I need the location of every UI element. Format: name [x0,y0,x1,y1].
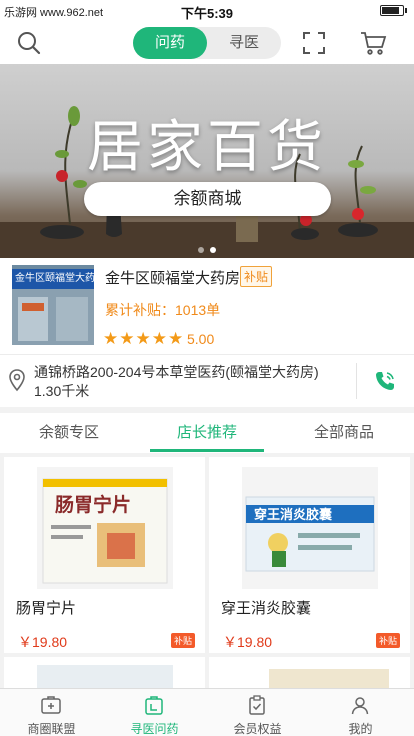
tabbar-item-profile[interactable]: 我的 [309,689,412,736]
carousel-dot [198,247,204,253]
category-tabs: 余额专区 店长推荐 全部商品 [0,407,414,453]
product-name: 穿王消炎胶囊 [221,600,312,617]
divider [356,363,357,399]
battery-icon [380,5,407,16]
subsidy-badge: 补贴 [240,266,273,287]
status-bar: 乐游网 www.962.net 下午5:39 [0,0,414,22]
distance-text: 1.30千米 [34,383,90,399]
product-image: 肠胃宁片 [37,467,173,589]
search-icon[interactable] [14,28,44,58]
store-sign-text: 金牛区颐福堂大药 [12,269,94,289]
product-image: 穿王消炎胶囊 [242,467,378,589]
tabbar-label: 我的 [348,722,373,736]
location-pin-icon [9,369,25,392]
tab-balance-zone[interactable]: 余额专区 [39,421,99,442]
product-image [269,669,389,688]
box-label: 肠胃宁片 [55,493,131,516]
rating-stars: ★★★★★ [103,329,185,348]
store-card[interactable]: 金牛区颐福堂大药 金牛区颐福堂大药房 补贴 累计补贴：1013单 ★★★★★ 5… [0,258,414,354]
segment-control: 问药 寻医 [133,27,281,59]
carousel-dot-active [210,247,216,253]
product-price: ￥19.80 [223,634,273,650]
user-icon [351,697,369,715]
tab-ask-medicine[interactable]: 问药 [133,27,207,59]
tabbar-label: 寻医问药 [130,722,179,736]
store-name: 金牛区颐福堂大药房 [105,270,241,287]
product-card[interactable]: 肠胃宁片 肠胃宁片 ￥19.80 补贴 [4,457,205,653]
tab-manager-picks[interactable]: 店长推荐 [177,421,237,442]
product-price: ￥19.80 [18,634,68,650]
clipboard-check-icon [249,695,265,715]
rating-value: 5.00 [187,331,215,347]
tab-all-products[interactable]: 全部商品 [314,421,374,442]
subsidy-badge: 补贴 [375,633,400,648]
product-card[interactable] [209,657,410,688]
top-nav: 问药 寻医 [0,22,414,64]
status-time: 下午5:39 [180,6,234,21]
tab-indicator [150,449,264,452]
banner-title: 居家百货 [87,115,327,180]
tab-find-doctor[interactable]: 寻医 [207,27,281,59]
tabbar-label: 商圈联盟 [27,722,76,736]
tabbar-item-alliance[interactable]: 商圈联盟 [0,689,103,736]
address-row[interactable]: 通锦桥路200-204号本草堂医药(颐福堂大药房) 1.30千米 [0,354,414,407]
store-photo: 金牛区颐福堂大药 [12,265,94,345]
cart-icon[interactable] [358,28,388,58]
pharmacy-bag-icon [145,696,163,715]
promo-banner[interactable]: 居家百货 余额商城 [0,64,414,258]
bottom-tab-bar: 商圈联盟 寻医问药 会员权益 我的 [0,688,414,736]
product-name: 肠胃宁片 [16,600,77,617]
product-card[interactable]: 穿王消炎胶囊 穿王消炎胶囊 ￥19.80 补贴 [209,457,410,653]
carousel-dots [0,240,414,258]
tabbar-label: 会员权益 [233,722,282,736]
store-sales: 累计补贴：1013单 [105,302,221,318]
banner-button[interactable]: 余额商城 [84,182,331,216]
product-image [37,665,173,688]
product-grid: 肠胃宁片 肠胃宁片 ￥19.80 补贴 穿王消炎胶囊 穿王消炎胶囊 ￥19.80… [0,453,414,688]
product-card[interactable] [4,657,205,688]
box-label: 穿王消炎胶囊 [254,507,333,523]
scan-icon[interactable] [299,28,329,58]
tabbar-item-pharmacy[interactable]: 寻医问药 [103,689,206,736]
tabbar-item-membership[interactable]: 会员权益 [206,689,309,736]
subsidy-badge: 补贴 [170,633,195,648]
address-text: 通锦桥路200-204号本草堂医药(颐福堂大药房) [34,364,319,380]
phone-icon[interactable] [373,369,397,393]
medkit-icon [41,696,61,714]
